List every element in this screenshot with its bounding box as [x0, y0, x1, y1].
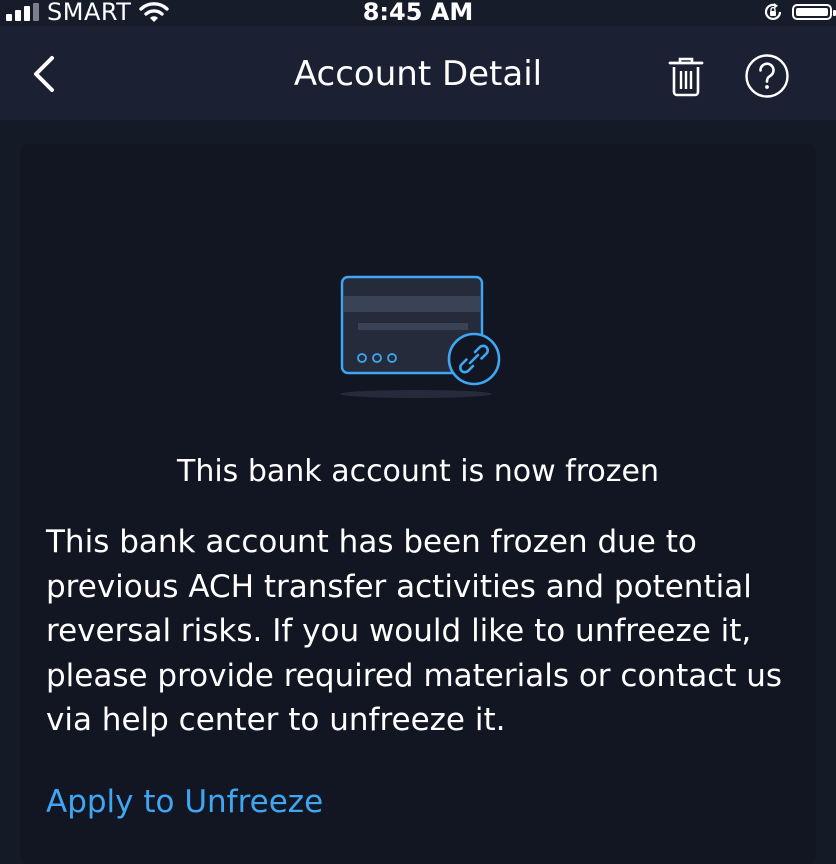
frozen-card-unlink-icon [340, 275, 501, 398]
frozen-headline: This bank account is now frozen [177, 454, 659, 489]
frozen-account-card [20, 144, 816, 864]
rotation-lock-icon [764, 3, 782, 21]
page-title: Account Detail [293, 54, 543, 94]
help-icon[interactable] [744, 53, 790, 99]
battery-icon [792, 4, 836, 20]
status-bar: SMART 8:45 AM [0, 0, 836, 26]
frozen-description: This bank account has been frozen due to… [46, 524, 783, 738]
nav-bar: Account Detail [0, 26, 836, 120]
trash-icon[interactable] [666, 54, 706, 98]
status-right [762, 0, 836, 24]
apply-unfreeze-link[interactable]: Apply to Unfreeze [46, 780, 323, 824]
status-time: 8:45 AM [362, 0, 474, 26]
